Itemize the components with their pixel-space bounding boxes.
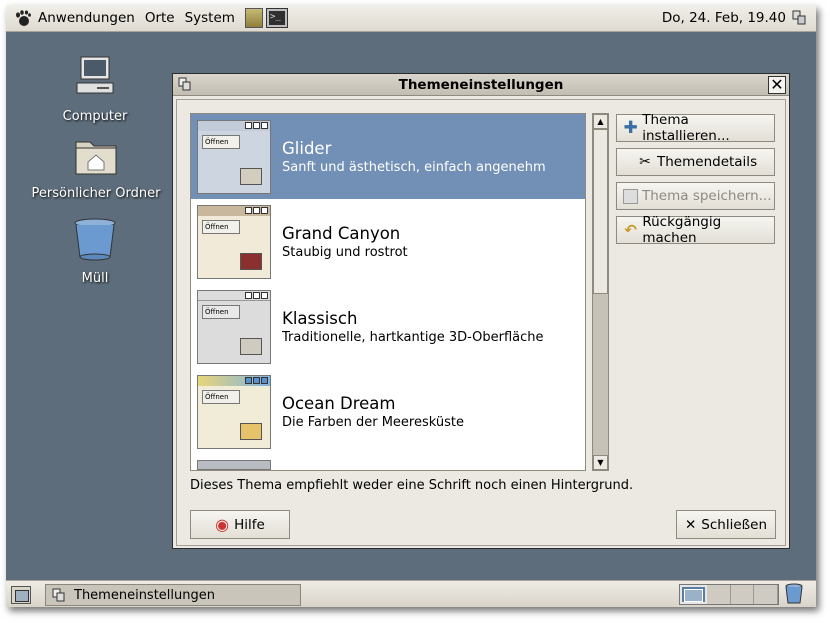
show-desktop-icon[interactable] (11, 586, 31, 604)
theme-name: Ocean Dream (282, 394, 396, 413)
folder-icon (240, 253, 262, 270)
terminal-launcher-icon[interactable]: >_ (265, 8, 288, 28)
folder-icon (240, 423, 262, 440)
revert-button[interactable]: ↶ Rückgängig machen (616, 214, 775, 246)
theme-preview-thumbnail: Öffnen (197, 375, 271, 449)
preview-open-label: Öffnen (202, 220, 240, 234)
folder-icon (240, 338, 262, 355)
gnome-foot-icon[interactable] (14, 9, 32, 27)
floppy-icon (623, 188, 638, 204)
tools-icon: ✂ (639, 154, 651, 170)
theme-hint-text: Dieses Thema empfiehlt weder eine Schrif… (190, 478, 634, 493)
preview-open-label: Öffnen (202, 305, 240, 319)
save-theme-button[interactable]: Thema speichern... (616, 182, 775, 210)
undo-icon: ↶ (624, 221, 637, 239)
theme-row-ocean-dream[interactable]: Öffnen Ocean Dream Die Farben der Meeres… (191, 369, 585, 454)
theme-preview-thumbnail: Öffnen (197, 120, 271, 194)
theme-row-klassisch[interactable]: Öffnen Klassisch Traditionelle, hartkant… (191, 284, 585, 369)
desktop-icon-trash[interactable]: Müll (54, 217, 136, 286)
theme-row-partial[interactable] (191, 460, 585, 470)
plus-icon: ✚ (623, 118, 638, 138)
folder-icon (240, 168, 262, 185)
install-theme-button[interactable]: ✚ Thema installieren... (616, 112, 775, 144)
menu-anwendungen[interactable]: Anwendungen (38, 10, 135, 26)
trash-applet-icon[interactable] (785, 583, 803, 605)
scroll-up-icon[interactable]: ▲ (593, 114, 608, 129)
theme-description: Sanft und ästhetisch, einfach angenehm (282, 160, 546, 175)
help-label: Hilfe (234, 516, 265, 533)
desktop-icon-label: Persönlicher Ordner (31, 186, 161, 201)
trash-icon (74, 218, 116, 261)
desktop-icon-label: Müll (81, 271, 109, 286)
menu-orte[interactable]: Orte (145, 10, 175, 26)
close-label: Schließen (701, 516, 768, 533)
text-editor-launcher-icon[interactable] (244, 8, 263, 28)
theme-name: Klassisch (282, 309, 358, 328)
bottom-panel: Themeneinstellungen (6, 580, 816, 607)
theme-settings-window: Themeneinstellungen ✕ Öffnen Glider Sanf… (172, 73, 790, 549)
clock[interactable]: Do, 24. Feb, 19.40 (662, 10, 786, 26)
theme-row-glider[interactable]: Öffnen Glider Sanft und ästhetisch, einf… (191, 114, 585, 199)
theme-preview-thumbnail (197, 460, 271, 470)
desktop-icon-label: Computer (62, 109, 128, 124)
theme-preview-thumbnail: Öffnen (197, 205, 271, 279)
theme-name: Glider (282, 139, 332, 158)
theme-name: Grand Canyon (282, 224, 401, 243)
theme-list[interactable]: Öffnen Glider Sanft und ästhetisch, einf… (190, 113, 586, 471)
window-title: Themeneinstellungen (398, 77, 564, 93)
workspace-2[interactable] (706, 585, 731, 604)
window-icon (52, 588, 65, 602)
lifebuoy-icon: ◉ (215, 515, 230, 534)
theme-description: Staubig und rostrot (282, 245, 408, 260)
theme-description: Traditionelle, hartkantige 3D-Oberfläche (282, 330, 544, 345)
workspace-4[interactable] (754, 585, 778, 604)
desktop-icon-home[interactable]: Persönlicher Ordner (26, 136, 166, 201)
home-folder-icon (75, 141, 117, 175)
scroll-down-icon[interactable]: ▼ (593, 455, 608, 470)
computer-icon (76, 56, 114, 94)
taskbar-window-button[interactable]: Themeneinstellungen (45, 584, 301, 606)
network-icon[interactable] (792, 10, 806, 26)
desktop-screen: Anwendungen Orte System >_ Do, 24. Feb, … (6, 5, 816, 607)
theme-details-label: Themendetails (657, 154, 758, 170)
revert-label: Rückgängig machen (642, 214, 722, 246)
desktop-icon-computer[interactable]: Computer (54, 55, 136, 124)
preview-open-label: Öffnen (202, 135, 240, 149)
top-panel: Anwendungen Orte System >_ Do, 24. Feb, … (6, 5, 816, 32)
workspace-1[interactable] (680, 585, 707, 604)
menu-system[interactable]: System (185, 10, 235, 26)
workspace-switcher[interactable] (679, 584, 779, 605)
help-button[interactable]: ◉ Hilfe (190, 510, 290, 539)
theme-details-button[interactable]: ✂ Themendetails (616, 148, 775, 176)
theme-preview-thumbnail: Öffnen (197, 290, 271, 364)
save-theme-label: Thema speichern... (642, 188, 772, 204)
window-titlebar[interactable]: Themeneinstellungen ✕ (173, 74, 789, 96)
scrollbar-thumb[interactable] (593, 129, 608, 294)
close-x-icon: ✕ (684, 516, 697, 533)
theme-description: Die Farben der Meeresküste (282, 415, 464, 430)
install-theme-label: Thema installieren... (642, 112, 730, 144)
workspace-3[interactable] (730, 585, 755, 604)
taskbar-window-label: Themeneinstellungen (74, 587, 215, 603)
preview-open-label: Öffnen (202, 390, 240, 404)
theme-list-scrollbar[interactable]: ▲ ▼ (592, 113, 609, 471)
close-icon[interactable]: ✕ (768, 76, 786, 94)
close-button[interactable]: ✕ Schließen (676, 510, 776, 539)
theme-row-grand-canyon[interactable]: Öffnen Grand Canyon Staubig und rostrot (191, 199, 585, 284)
